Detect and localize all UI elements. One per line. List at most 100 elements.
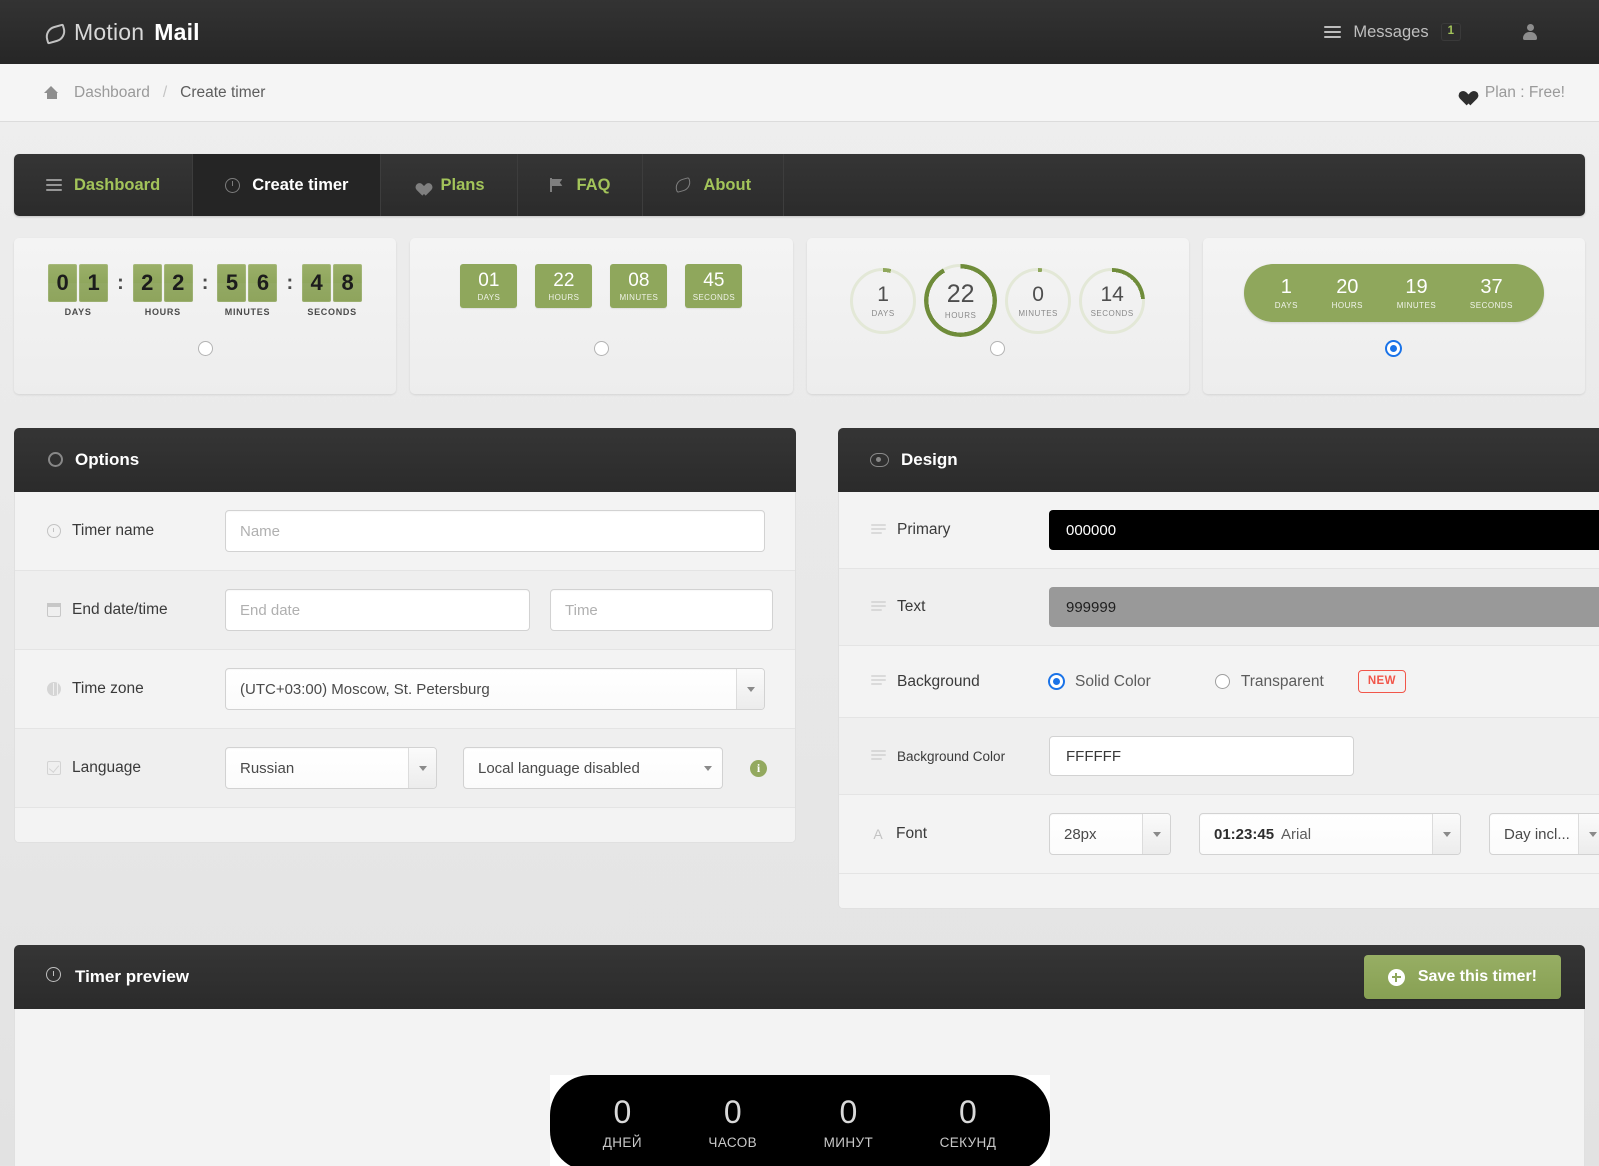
style-2-radio[interactable]	[593, 341, 609, 356]
unit-value: 01	[478, 269, 500, 291]
row-font: A Font 28px 01:23:45 Arial Day incl...	[839, 795, 1599, 874]
globe-icon	[47, 682, 61, 696]
unit-label: СЕКУНД	[939, 1135, 997, 1150]
local-language-select[interactable]: Local language disabled	[463, 747, 723, 789]
style-3-ring-hours: 22 HOURS	[924, 264, 998, 337]
style-1-preview: 0 1 DAYS : 2 2 HOURS : 5 6 MINUTES: 4 8…	[48, 264, 363, 317]
brand-logo[interactable]: Motion Mail	[44, 19, 200, 46]
background-color-input[interactable]: FFFFFF	[1049, 736, 1354, 776]
timer-style-card-2[interactable]: 01 DAYS 22 HOURS 08 MINUTES 45 SECONDS	[410, 238, 793, 394]
unit-value: 1	[877, 282, 889, 306]
day-include-select[interactable]: Day incl...	[1489, 813, 1599, 855]
breadcrumb-bar: Dashboard / Create timer Plan : Free!	[0, 64, 1599, 122]
colon-separator: :	[201, 272, 209, 294]
unit-value: 0	[1032, 282, 1044, 306]
digit: 5	[217, 264, 247, 302]
style-1-radio[interactable]	[197, 341, 213, 356]
primary-label-group: Primary	[871, 521, 1037, 539]
unit-label: HOURS	[944, 310, 977, 320]
calendar-icon	[47, 603, 61, 617]
unit-label: HOURS	[144, 307, 181, 317]
options-panel-footer	[15, 808, 795, 842]
language-select[interactable]: Russian	[225, 747, 437, 789]
background-color-label-group: Background Color	[871, 749, 1037, 764]
unit-label: MINUTES	[1018, 308, 1058, 318]
text-label-group: Text	[871, 598, 1037, 616]
digit: 0	[48, 264, 78, 302]
style-3-radio[interactable]	[990, 341, 1006, 356]
timer-preview-section: Timer preview Save this timer! 0 ДНЕЙ 0 …	[14, 945, 1585, 1166]
user-account-button[interactable]	[1487, 0, 1565, 64]
preview-group-hours: 0 ЧАСОВ	[708, 1096, 757, 1150]
time-zone-label: Time zone	[72, 680, 144, 697]
tab-plans[interactable]: Plans	[381, 154, 518, 216]
font-size-select[interactable]: 28px	[1049, 813, 1171, 855]
style-4-group-hours: 20 HOURS	[1332, 277, 1363, 310]
background-label: Background	[897, 672, 980, 690]
tab-create-timer-label: Create timer	[252, 175, 349, 194]
row-time-zone: Time zone (UTC+03:00) Moscow, St. Peters…	[15, 650, 795, 729]
breadcrumb-separator: /	[162, 83, 168, 101]
language-label-group: Language	[47, 759, 213, 777]
unit-label: DAYS	[871, 308, 895, 318]
unit-value: 37	[1480, 275, 1503, 298]
time-zone-select[interactable]: (UTC+03:00) Moscow, St. Petersburg	[225, 668, 765, 710]
row-background-color: Background Color FFFFFF	[839, 718, 1599, 795]
breadcrumb-dashboard-link[interactable]: Dashboard	[74, 84, 150, 102]
style-1-group-hours: 2 2 HOURS	[132, 264, 193, 317]
day-include-value: Day incl...	[1504, 825, 1570, 843]
row-background: Background Solid Color Transparent NEW	[839, 646, 1599, 718]
clock-icon	[225, 177, 241, 193]
style-2-preview: 01 DAYS 22 HOURS 08 MINUTES 45 SECONDS	[460, 264, 743, 308]
end-date-input[interactable]	[225, 589, 530, 631]
timer-style-card-3[interactable]: 1 DAYS 22 HOURS 0 MINUTES 14 SECONDS	[806, 238, 1189, 394]
row-timer-name: Timer name	[15, 492, 795, 571]
style-2-group-seconds: 45 SECONDS	[685, 264, 743, 308]
unit-value: 14	[1100, 282, 1124, 306]
font-label: Font	[896, 825, 928, 842]
leaf-icon	[675, 178, 691, 192]
bars-icon	[46, 179, 62, 191]
design-panel-footer	[839, 874, 1599, 908]
background-transparent-radio[interactable]: Transparent	[1214, 673, 1324, 691]
options-panel-body: Timer name End date/time Time zone	[14, 492, 796, 843]
checkbox-icon	[47, 761, 61, 775]
tab-faq[interactable]: FAQ	[518, 154, 644, 216]
primary-color-input[interactable]: 000000	[1049, 510, 1599, 550]
language-value: Russian	[240, 759, 295, 777]
tab-create-timer[interactable]: Create timer	[193, 154, 382, 216]
end-time-input[interactable]	[550, 589, 773, 631]
tab-dashboard[interactable]: Dashboard	[14, 154, 194, 216]
tab-about[interactable]: About	[643, 154, 785, 216]
style-1-group-days: 0 1 DAYS	[48, 264, 109, 317]
unit-label: DAYS	[477, 292, 501, 302]
style-4-group-seconds: 37 SECONDS	[1470, 277, 1513, 310]
style-4-radio[interactable]	[1386, 341, 1402, 356]
timer-style-card-1[interactable]: 0 1 DAYS : 2 2 HOURS : 5 6 MINUTES: 4 8…	[14, 238, 397, 394]
save-timer-button[interactable]: Save this timer!	[1363, 955, 1561, 999]
style-1-group-minutes: 5 6 MINUTES	[217, 264, 278, 317]
style-3-ring-minutes: 0 MINUTES	[1005, 267, 1072, 334]
unit-value: 08	[628, 269, 650, 291]
timer-style-card-4[interactable]: 1 DAYS 20 HOURS 19 MINUTES 37 SECONDS	[1202, 238, 1585, 394]
heart-icon	[1456, 85, 1473, 100]
tab-about-label: About	[703, 175, 752, 194]
font-label-group: A Font	[871, 825, 1037, 843]
font-family-select[interactable]: 01:23:45 Arial	[1199, 813, 1461, 855]
plan-status: Plan : Free!	[1456, 84, 1565, 102]
background-color-label: Background Color	[897, 748, 1006, 764]
timer-name-input[interactable]	[225, 510, 765, 552]
lines-icon	[871, 600, 886, 614]
design-panel-title: Design	[901, 450, 958, 469]
colon-separator: :	[286, 272, 294, 294]
info-icon[interactable]: i	[750, 759, 767, 777]
eye-icon	[870, 450, 889, 470]
background-solid-radio[interactable]: Solid Color	[1049, 673, 1151, 691]
tab-dashboard-label: Dashboard	[74, 175, 161, 194]
text-color-input[interactable]: 999999	[1049, 587, 1599, 627]
messages-button[interactable]: Messages 1	[1298, 0, 1487, 64]
home-icon	[44, 86, 59, 99]
bars-icon	[1324, 25, 1342, 39]
time-zone-value: (UTC+03:00) Moscow, St. Petersburg	[240, 680, 490, 698]
radio-off-icon	[1214, 674, 1230, 689]
